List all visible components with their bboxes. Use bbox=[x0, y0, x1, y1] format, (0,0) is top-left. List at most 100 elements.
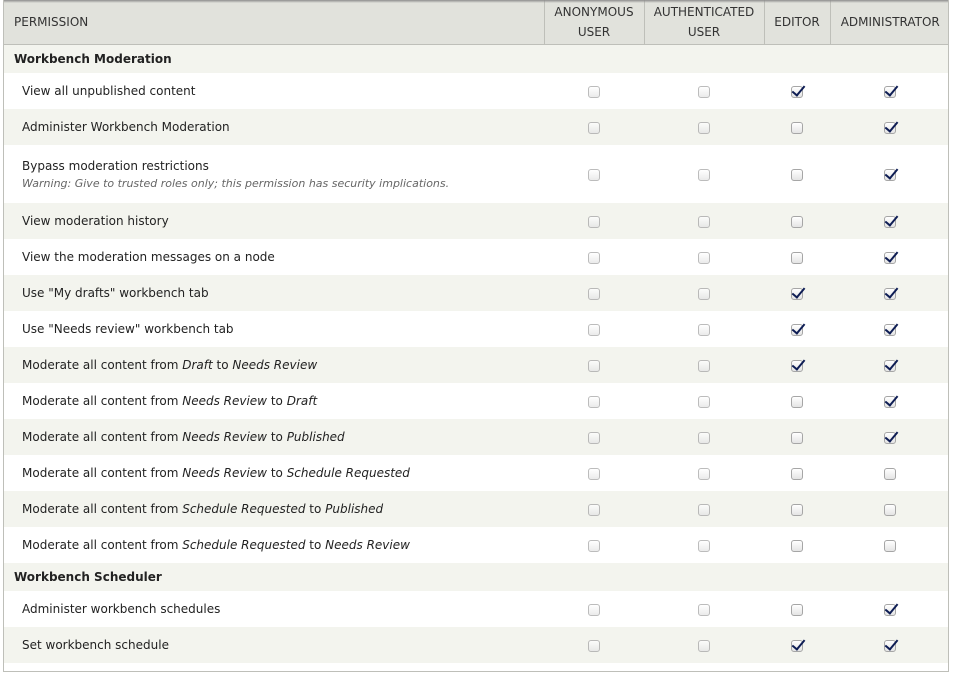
label-text: Administer workbench schedules bbox=[22, 602, 221, 616]
permission-checkbox-administrator[interactable] bbox=[884, 603, 896, 616]
label-text: Use "My drafts" workbench tab bbox=[22, 286, 209, 300]
permission-label: View all unpublished content bbox=[22, 81, 544, 101]
permission-checkbox-anonymous[interactable] bbox=[588, 395, 600, 408]
permission-checkbox-authenticated[interactable] bbox=[698, 215, 710, 228]
permission-checkbox-editor[interactable] bbox=[791, 603, 803, 616]
permission-checkbox-administrator[interactable] bbox=[884, 639, 896, 652]
permission-checkbox-anonymous[interactable] bbox=[588, 539, 600, 552]
permissions-table-container: Permission Anonymous user Authenticated … bbox=[3, 0, 949, 672]
permission-checkbox-editor[interactable] bbox=[791, 323, 803, 336]
column-header-authenticated-user[interactable]: Authenticated user bbox=[643, 0, 764, 45]
permission-checkbox-authenticated[interactable] bbox=[698, 639, 710, 652]
permission-checkbox-anonymous[interactable] bbox=[588, 603, 600, 616]
permission-checkbox-authenticated[interactable] bbox=[698, 85, 710, 98]
permission-row: Set workbench schedule bbox=[4, 627, 948, 663]
permission-checkbox-anonymous[interactable] bbox=[588, 251, 600, 264]
checkbox-cell-anonymous bbox=[544, 203, 644, 239]
permission-checkbox-administrator[interactable] bbox=[884, 287, 896, 300]
permission-label: Moderate all content from Needs Review t… bbox=[22, 463, 544, 483]
permission-checkbox-editor[interactable] bbox=[791, 395, 803, 408]
permission-checkbox-anonymous[interactable] bbox=[588, 287, 600, 300]
permission-checkbox-authenticated[interactable] bbox=[698, 359, 710, 372]
permission-checkbox-editor[interactable] bbox=[791, 359, 803, 372]
column-header-permission[interactable]: Permission bbox=[4, 0, 544, 45]
permission-checkbox-anonymous[interactable] bbox=[588, 467, 600, 480]
permission-checkbox-anonymous[interactable] bbox=[588, 359, 600, 372]
label-text: Bypass moderation restrictions bbox=[22, 159, 209, 173]
permission-checkbox-administrator[interactable] bbox=[884, 121, 896, 134]
permissions-table-body: Workbench Moderation View all unpublished… bbox=[4, 44, 948, 663]
permission-checkbox-anonymous[interactable] bbox=[588, 85, 600, 98]
permission-checkbox-editor[interactable] bbox=[791, 503, 803, 516]
checkbox-cell-administrator bbox=[830, 275, 948, 311]
permission-checkbox-administrator[interactable] bbox=[884, 85, 896, 98]
permission-checkbox-editor[interactable] bbox=[791, 251, 803, 264]
permission-checkbox-administrator[interactable] bbox=[884, 395, 896, 408]
checkbox-cell-editor bbox=[764, 73, 830, 109]
permission-checkbox-anonymous[interactable] bbox=[588, 503, 600, 516]
permission-checkbox-authenticated[interactable] bbox=[698, 431, 710, 444]
permission-checkbox-editor[interactable] bbox=[791, 121, 803, 134]
permission-checkbox-authenticated[interactable] bbox=[698, 287, 710, 300]
checkbox-cell-authenticated bbox=[644, 109, 764, 145]
permission-checkbox-authenticated[interactable] bbox=[698, 603, 710, 616]
permission-checkbox-editor[interactable] bbox=[791, 85, 803, 98]
state-name: Needs Review bbox=[182, 394, 267, 408]
permission-title: View all unpublished content bbox=[4, 73, 544, 109]
checkbox-cell-authenticated bbox=[644, 239, 764, 275]
permission-checkbox-anonymous[interactable] bbox=[588, 215, 600, 228]
column-header-administrator[interactable]: Administrator bbox=[829, 0, 948, 45]
permission-checkbox-administrator[interactable] bbox=[884, 467, 896, 480]
permission-label: Moderate all content from Schedule Reque… bbox=[22, 535, 544, 555]
checkbox-cell-anonymous bbox=[544, 347, 644, 383]
state-name: Schedule Requested bbox=[286, 466, 410, 480]
permission-checkbox-administrator[interactable] bbox=[884, 431, 896, 444]
permission-checkbox-anonymous[interactable] bbox=[588, 323, 600, 336]
checkbox-cell-administrator bbox=[830, 419, 948, 455]
permission-checkbox-authenticated[interactable] bbox=[698, 121, 710, 134]
checkbox-cell-administrator bbox=[830, 455, 948, 491]
permission-label: Use "My drafts" workbench tab bbox=[22, 283, 544, 303]
permission-checkbox-anonymous[interactable] bbox=[588, 639, 600, 652]
permission-checkbox-editor[interactable] bbox=[791, 168, 803, 181]
permission-checkbox-authenticated[interactable] bbox=[698, 539, 710, 552]
permission-checkbox-anonymous[interactable] bbox=[588, 168, 600, 181]
permission-checkbox-authenticated[interactable] bbox=[698, 168, 710, 181]
permission-checkbox-administrator[interactable] bbox=[884, 539, 896, 552]
permission-label: Moderate all content from Draft to Needs… bbox=[22, 355, 544, 375]
permission-checkbox-administrator[interactable] bbox=[884, 168, 896, 181]
label-text: Set workbench schedule bbox=[22, 638, 169, 652]
checkbox-cell-anonymous bbox=[544, 109, 644, 145]
permission-checkbox-authenticated[interactable] bbox=[698, 251, 710, 264]
state-name: Schedule Requested bbox=[182, 502, 306, 516]
permission-checkbox-administrator[interactable] bbox=[884, 215, 896, 228]
permission-checkbox-anonymous[interactable] bbox=[588, 431, 600, 444]
permission-checkbox-administrator[interactable] bbox=[884, 359, 896, 372]
label-text: Use "Needs review" workbench tab bbox=[22, 322, 234, 336]
permission-checkbox-authenticated[interactable] bbox=[698, 503, 710, 516]
permission-checkbox-editor[interactable] bbox=[791, 539, 803, 552]
permission-checkbox-anonymous[interactable] bbox=[588, 121, 600, 134]
permissions-table: Permission Anonymous user Authenticated … bbox=[4, 0, 948, 663]
checkbox-cell-administrator bbox=[830, 311, 948, 347]
permission-checkbox-administrator[interactable] bbox=[884, 323, 896, 336]
permission-checkbox-editor[interactable] bbox=[791, 639, 803, 652]
permission-checkbox-authenticated[interactable] bbox=[698, 323, 710, 336]
permission-checkbox-administrator[interactable] bbox=[884, 503, 896, 516]
checkbox-cell-editor bbox=[764, 591, 830, 627]
column-header-editor[interactable]: Editor bbox=[763, 0, 830, 45]
permission-checkbox-editor[interactable] bbox=[791, 215, 803, 228]
permission-checkbox-editor[interactable] bbox=[791, 287, 803, 300]
permission-row: Moderate all content from Needs Review t… bbox=[4, 383, 948, 419]
column-header-anonymous-user[interactable]: Anonymous user bbox=[543, 0, 644, 45]
state-name: Draft bbox=[286, 394, 318, 408]
permission-checkbox-editor[interactable] bbox=[791, 431, 803, 444]
permission-title: Moderate all content from Schedule Reque… bbox=[4, 527, 544, 563]
label-text: to bbox=[305, 538, 326, 552]
permission-checkbox-administrator[interactable] bbox=[884, 251, 896, 264]
permission-checkbox-authenticated[interactable] bbox=[698, 395, 710, 408]
permission-label: Set workbench schedule bbox=[22, 635, 544, 655]
permission-checkbox-authenticated[interactable] bbox=[698, 467, 710, 480]
permission-checkbox-editor[interactable] bbox=[791, 467, 803, 480]
permission-row: Use "Needs review" workbench tab bbox=[4, 311, 948, 347]
